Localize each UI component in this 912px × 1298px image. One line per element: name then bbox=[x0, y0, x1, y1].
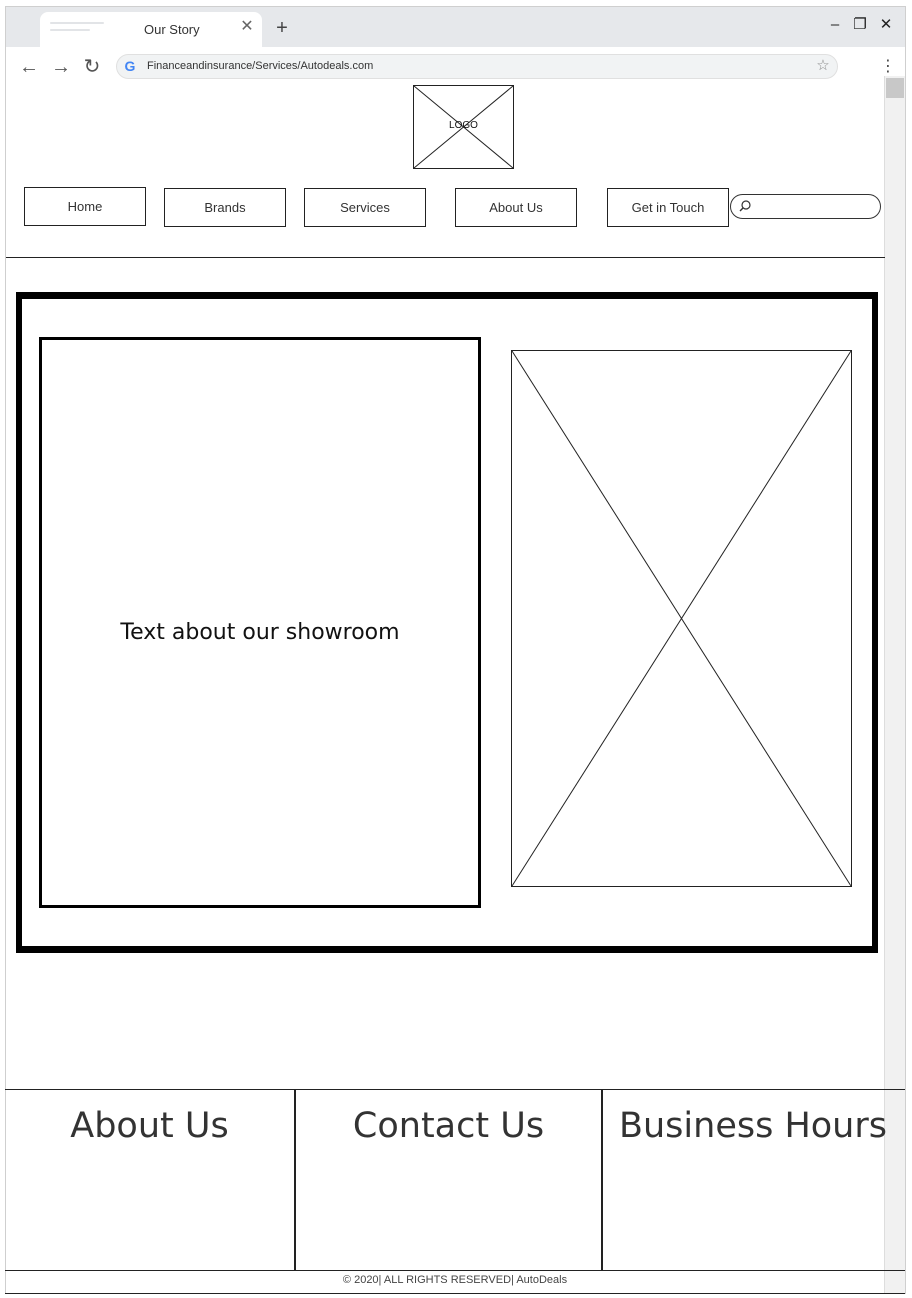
tab-favicon-placeholder bbox=[50, 22, 106, 34]
new-tab-plus-icon[interactable]: + bbox=[272, 18, 292, 38]
footer-business-hours-heading[interactable]: Business Hours bbox=[603, 1106, 903, 1146]
tab-title: Our Story bbox=[144, 22, 200, 37]
window-close-icon[interactable]: ✕ bbox=[877, 16, 895, 34]
tab-close-icon[interactable]: ✕ bbox=[238, 18, 256, 36]
image-cross-icon bbox=[512, 351, 851, 886]
url-text[interactable]: Financeandinsurance/Services/Autodeals.c… bbox=[147, 60, 373, 72]
nav-brands-button[interactable]: Brands bbox=[164, 188, 286, 227]
logo-label: LOGO bbox=[449, 120, 478, 131]
nav-get-in-touch-button[interactable]: Get in Touch bbox=[607, 188, 729, 227]
nav-about-us-button[interactable]: About Us bbox=[455, 188, 577, 227]
nav-home-button[interactable]: Home bbox=[24, 187, 146, 226]
search-icon bbox=[738, 199, 752, 213]
restore-icon[interactable]: ❐ bbox=[851, 16, 869, 34]
forward-arrow-icon[interactable]: → bbox=[50, 56, 72, 78]
back-arrow-icon[interactable]: ← bbox=[18, 56, 40, 78]
page-bottom-border bbox=[5, 1293, 905, 1294]
header-divider bbox=[6, 257, 885, 258]
footer-copyright-divider bbox=[5, 1270, 905, 1271]
image-placeholder bbox=[511, 350, 852, 887]
search-input[interactable] bbox=[730, 194, 881, 219]
footer-about-us-heading[interactable]: About Us bbox=[5, 1106, 294, 1146]
showroom-text: Text about our showroom bbox=[120, 620, 400, 645]
kebab-menu-icon[interactable]: ⋮ bbox=[880, 58, 896, 76]
scrollbar-thumb[interactable] bbox=[886, 78, 904, 98]
reload-icon[interactable]: ↻ bbox=[81, 56, 103, 78]
footer-contact-us-heading[interactable]: Contact Us bbox=[296, 1106, 601, 1146]
nav-services-button[interactable]: Services bbox=[304, 188, 426, 227]
google-icon: G bbox=[124, 58, 136, 74]
minimize-icon[interactable]: – bbox=[826, 16, 844, 34]
copyright-text: © 2020| ALL RIGHTS RESERVED| AutoDeals bbox=[342, 1274, 568, 1286]
bookmark-star-icon[interactable]: ☆ bbox=[814, 57, 832, 75]
search-magnifier-icon bbox=[739, 200, 751, 212]
